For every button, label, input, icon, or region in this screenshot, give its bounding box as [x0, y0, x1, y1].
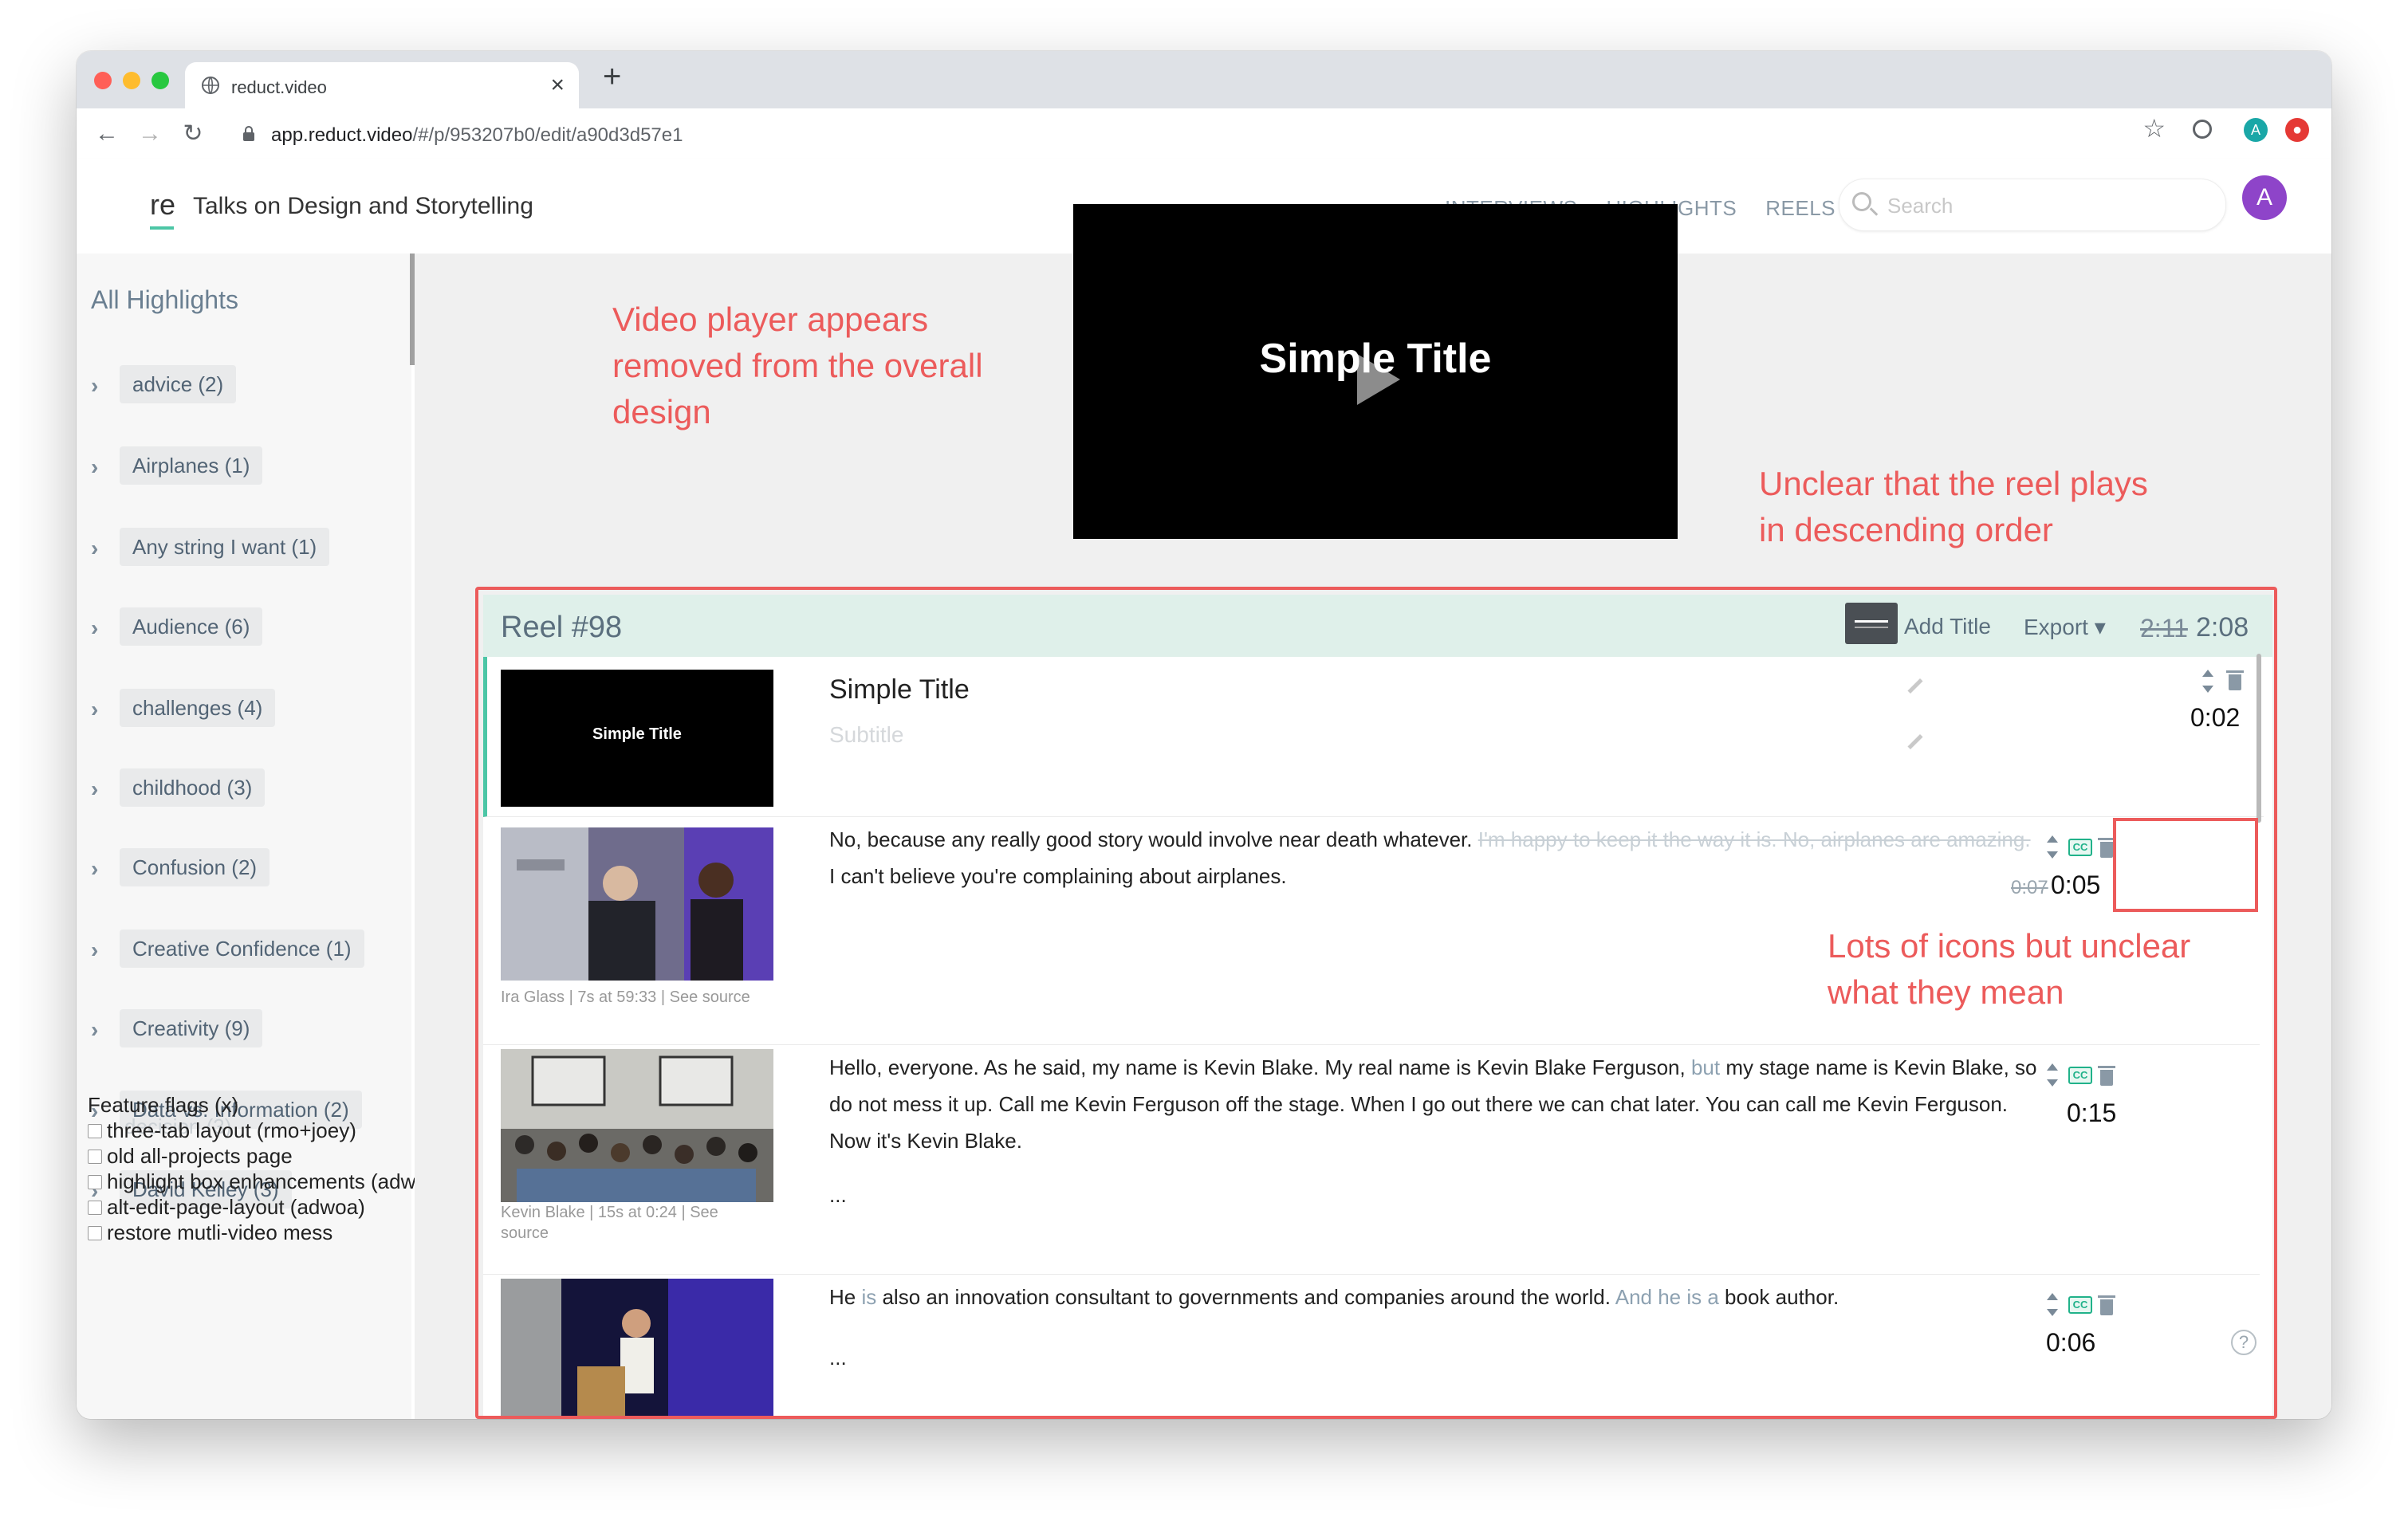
checkbox[interactable]: [88, 1225, 102, 1240]
project-title: Talks on Design and Storytelling: [193, 193, 533, 219]
chevron-right-icon: ›: [91, 536, 99, 560]
search-input[interactable]: Search: [1839, 179, 2226, 231]
tab-strip: reduct.video × +: [77, 51, 2331, 108]
feature-flag-row[interactable]: old all-projects page: [88, 1144, 293, 1169]
new-tab-button[interactable]: +: [603, 59, 621, 95]
flag-label: three-tab layout (rmo+joey): [107, 1118, 356, 1142]
tag-label: Audience (6): [120, 607, 263, 646]
url-field[interactable]: app.reduct.video/#/p/953207b0/edit/a90d3…: [225, 115, 2266, 153]
tag-label: Any string I want (1): [120, 528, 330, 566]
profile-extension-icon[interactable]: A: [2244, 118, 2268, 142]
tag-label: challenges (4): [120, 689, 276, 727]
nav-reels[interactable]: REELS: [1765, 196, 1836, 221]
feature-flag-row[interactable]: three-tab layout (rmo+joey): [88, 1118, 356, 1143]
chevron-right-icon: ›: [91, 776, 99, 801]
address-bar: ← → ↻ app.reduct.video/#/p/953207b0/edit…: [77, 108, 2331, 160]
tag-label: advice (2): [120, 365, 237, 403]
search-icon: [1852, 192, 1871, 211]
annotation-icons: Lots of icons but unclear what they mean: [1828, 923, 2190, 1016]
app-logo[interactable]: re: [150, 188, 175, 222]
close-tab-icon[interactable]: ×: [550, 72, 565, 99]
checkbox[interactable]: [88, 1174, 102, 1189]
annotation-reel-order: Unclear that the reel plays in descendin…: [1759, 461, 2148, 553]
flag-label: restore mutli-video mess: [107, 1220, 333, 1244]
chevron-right-icon: ›: [91, 856, 99, 881]
annotation-line: in descending order: [1759, 511, 2053, 548]
chevron-right-icon: ›: [91, 615, 99, 640]
close-window-button[interactable]: [94, 72, 112, 89]
annotation-line: Video player appears: [612, 301, 929, 338]
flag-label: old all-projects page: [107, 1144, 293, 1168]
flag-label: alt-edit-page-layout (adwoa): [107, 1195, 365, 1219]
tab-title: reduct.video: [231, 77, 327, 97]
feature-flag-row[interactable]: alt-edit-page-layout (adwoa): [88, 1195, 365, 1220]
annotation-line: what they mean: [1828, 973, 2064, 1011]
extension-info-icon[interactable]: [2193, 120, 2212, 139]
feature-flags-header[interactable]: Feature flags (x): [88, 1093, 238, 1118]
browser-tab[interactable]: reduct.video ×: [185, 62, 579, 108]
chevron-right-icon: ›: [91, 373, 99, 398]
chevron-right-icon: ›: [91, 937, 99, 962]
logo-underline: [150, 226, 174, 230]
tag-label: Creative Confidence (1): [120, 930, 364, 968]
video-player[interactable]: Simple Title: [1073, 204, 1678, 539]
tag-label: childhood (3): [120, 768, 266, 807]
checkbox[interactable]: [88, 1149, 102, 1164]
user-avatar[interactable]: A: [2242, 175, 2287, 220]
tag-label: Creativity (9): [120, 1009, 263, 1047]
chevron-right-icon: ›: [91, 697, 99, 721]
annotation-line: Lots of icons but unclear: [1828, 927, 2191, 965]
blocker-extension-icon[interactable]: ●: [2285, 118, 2309, 142]
minimize-window-button[interactable]: [123, 72, 140, 89]
annotation-icons-outline: [2113, 818, 2258, 912]
bookmark-star-icon[interactable]: ☆: [2142, 113, 2166, 143]
search-placeholder: Search: [1887, 194, 1954, 218]
annotation-line: design: [612, 393, 711, 430]
tag-label: Confusion (2): [120, 848, 270, 886]
annotation-line: Unclear that the reel plays: [1759, 465, 2148, 502]
forward-icon[interactable]: →: [136, 120, 164, 148]
checkbox[interactable]: [88, 1200, 102, 1215]
tag-label: Airplanes (1): [120, 446, 263, 485]
chevron-right-icon: ›: [91, 1017, 99, 1042]
maximize-window-button[interactable]: [151, 72, 169, 89]
help-icon[interactable]: ?: [2231, 1330, 2257, 1355]
globe-icon: [202, 77, 219, 94]
feature-flag-row[interactable]: restore mutli-video mess: [88, 1220, 332, 1245]
back-icon[interactable]: ←: [92, 120, 121, 148]
lock-icon: [243, 126, 254, 141]
checkbox[interactable]: [88, 1123, 102, 1138]
annotation-video-player: Video player appears removed from the ov…: [612, 297, 983, 435]
url-path: /#/p/953207b0/edit/a90d3d57e1: [412, 124, 683, 146]
play-icon[interactable]: [1357, 354, 1400, 405]
chevron-right-icon: ›: [91, 454, 99, 479]
reload-icon[interactable]: ↻: [179, 120, 207, 148]
annotation-line: removed from the overall: [612, 347, 983, 384]
url-host: app.reduct.video: [271, 124, 413, 146]
sidebar-title: All Highlights: [91, 285, 238, 314]
